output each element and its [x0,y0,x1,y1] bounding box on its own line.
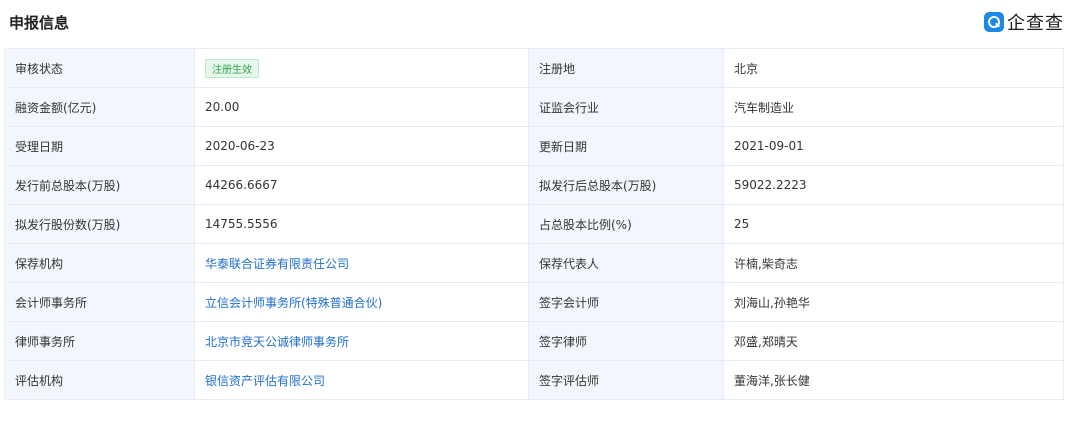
value-review-status: 注册生效 [194,48,529,88]
label-csrc-industry: 证监会行业 [528,87,724,127]
value-issue-shares: 14755.5556 [194,204,529,244]
label-signing-lawyer: 签字律师 [528,321,724,361]
table-row: 受理日期 2020-06-23 更新日期 2021-09-01 [4,126,1064,166]
value-share-ratio: 25 [723,204,1064,244]
table-row: 拟发行股份数(万股) 14755.5556 占总股本比例(%) 25 [4,204,1064,244]
value-accounting-firm-cell: 立信会计师事务所(特殊普通合伙) [194,282,529,322]
value-post-issue-shares: 59022.2223 [723,165,1064,205]
value-update-date: 2021-09-01 [723,126,1064,166]
table-row: 保荐机构 华泰联合证券有限责任公司 保荐代表人 许楠,柴奇志 [4,243,1064,283]
label-update-date: 更新日期 [528,126,724,166]
label-signing-accountant: 签字会计师 [528,282,724,322]
declaration-info-table: 审核状态 注册生效 注册地 北京 融资金额(亿元) 20.00 证监会行业 汽车… [4,48,1064,400]
logo-text: 企查查 [1007,13,1064,34]
law-firm-link[interactable]: 北京市竞天公诚律师事务所 [205,335,349,349]
table-row: 审核状态 注册生效 注册地 北京 [4,48,1064,88]
table-row: 发行前总股本(万股) 44266.6667 拟发行后总股本(万股) 59022.… [4,165,1064,205]
value-pre-issue-shares: 44266.6667 [194,165,529,205]
value-registered-place: 北京 [723,48,1064,88]
table-row: 融资金额(亿元) 20.00 证监会行业 汽车制造业 [4,87,1064,127]
label-pre-issue-shares: 发行前总股本(万股) [4,165,195,205]
value-financing-amount: 20.00 [194,87,529,127]
value-signing-accountant: 刘海山,孙艳华 [723,282,1064,322]
label-review-status: 审核状态 [4,48,195,88]
table-row: 律师事务所 北京市竞天公诚律师事务所 签字律师 邓盛,郑晴天 [4,321,1064,361]
label-financing-amount: 融资金额(亿元) [4,87,195,127]
accounting-firm-link[interactable]: 立信会计师事务所(特殊普通合伙) [205,296,382,310]
table-row: 评估机构 银信资产评估有限公司 签字评估师 董海洋,张长健 [4,360,1064,400]
qichacha-logo[interactable]: 企查查 [984,9,1064,35]
status-badge: 注册生效 [205,58,259,78]
label-signing-appraiser: 签字评估师 [528,360,724,400]
table-row: 会计师事务所 立信会计师事务所(特殊普通合伙) 签字会计师 刘海山,孙艳华 [4,282,1064,322]
value-law-firm-cell: 北京市竞天公诚律师事务所 [194,321,529,361]
label-post-issue-shares: 拟发行后总股本(万股) [528,165,724,205]
label-sponsor-rep: 保荐代表人 [528,243,724,283]
label-sponsor: 保荐机构 [4,243,195,283]
label-share-ratio: 占总股本比例(%) [528,204,724,244]
label-registered-place: 注册地 [528,48,724,88]
value-sponsor-cell: 华泰联合证券有限责任公司 [194,243,529,283]
label-appraisal-firm: 评估机构 [4,360,195,400]
value-signing-appraiser: 董海洋,张长健 [723,360,1064,400]
appraisal-firm-link[interactable]: 银信资产评估有限公司 [205,374,325,388]
section-title: 申报信息 [9,14,70,32]
value-signing-lawyer: 邓盛,郑晴天 [723,321,1064,361]
sponsor-link[interactable]: 华泰联合证券有限责任公司 [205,257,349,271]
value-sponsor-rep: 许楠,柴奇志 [723,243,1064,283]
value-acceptance-date: 2020-06-23 [194,126,529,166]
qichacha-logo-icon [984,12,1004,32]
value-appraisal-firm-cell: 银信资产评估有限公司 [194,360,529,400]
label-acceptance-date: 受理日期 [4,126,195,166]
label-issue-shares: 拟发行股份数(万股) [4,204,195,244]
section-header: 申报信息 企查查 [0,0,1080,44]
label-law-firm: 律师事务所 [4,321,195,361]
label-accounting-firm: 会计师事务所 [4,282,195,322]
value-csrc-industry: 汽车制造业 [723,87,1064,127]
